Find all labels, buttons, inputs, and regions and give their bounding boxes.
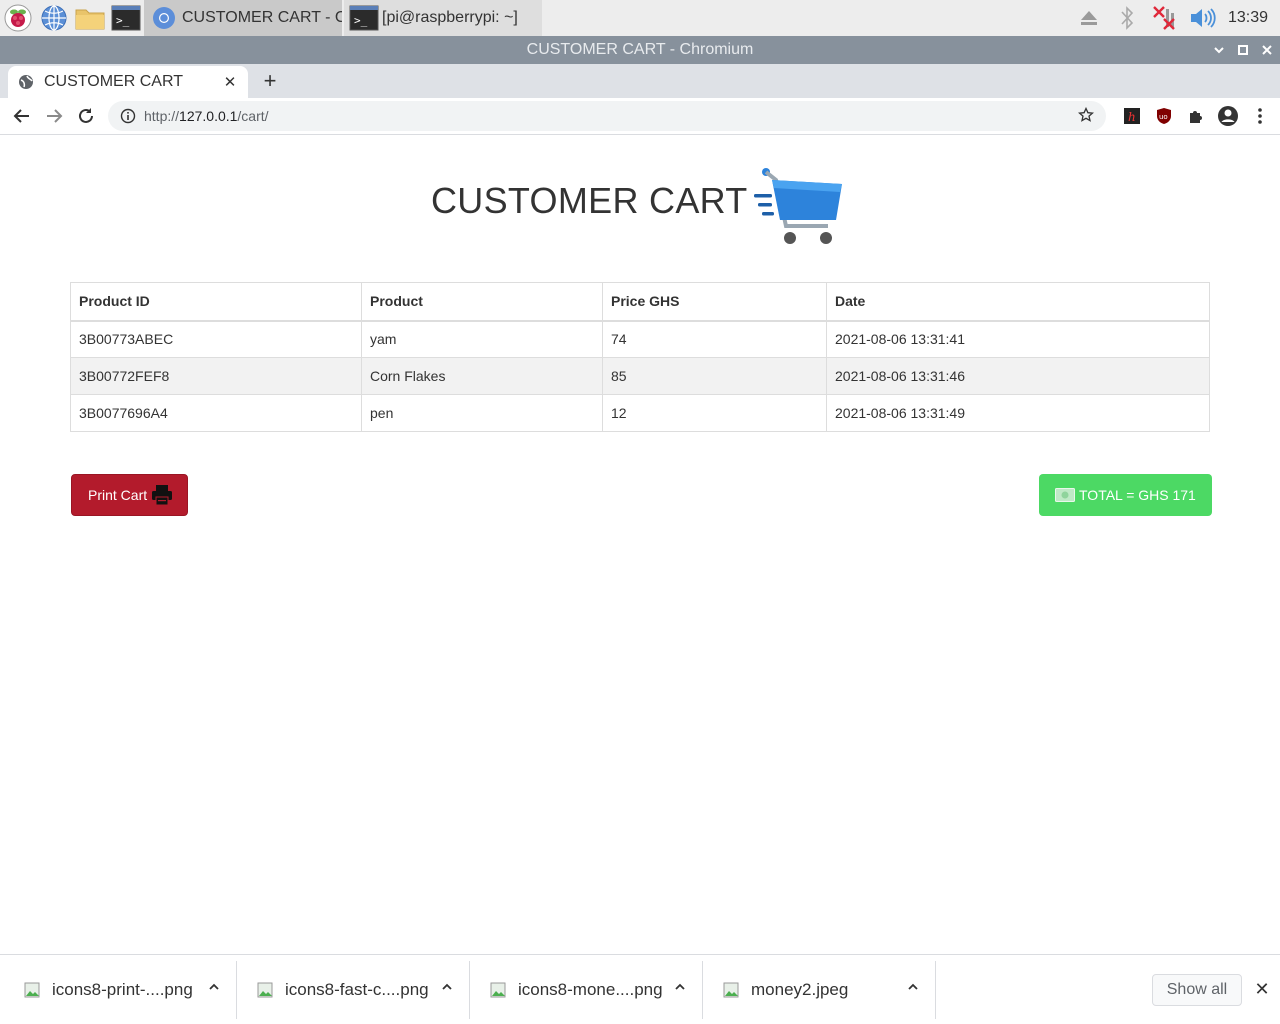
site-info-icon[interactable]	[120, 108, 136, 124]
ublock-icon[interactable]: uo	[1148, 100, 1180, 132]
taskbar-task-label: [pi@raspberrypi: ~]	[382, 9, 518, 26]
money-icon	[1055, 488, 1075, 502]
url-host: 127.0.0.1	[179, 108, 238, 124]
clock: 13:39	[1227, 9, 1268, 26]
product-id-cell: 3B00773ABEC	[70, 320, 362, 358]
page-content: CUSTOMER CART Product ID Product Price G…	[0, 136, 1280, 954]
terminal-icon: >_	[348, 2, 380, 34]
tab-strip: CUSTOMER CART ✕ +	[0, 64, 1280, 98]
web-browser-launcher-icon[interactable]	[36, 0, 72, 36]
terminal-launcher-icon[interactable]: >_	[108, 0, 144, 36]
eject-icon[interactable]	[1070, 0, 1108, 36]
tab-customer-cart[interactable]: CUSTOMER CART ✕	[8, 66, 248, 98]
extension-h-icon[interactable]: h	[1116, 100, 1148, 132]
download-shelf: icons8-print-....png icons8-fast-c....pn…	[0, 954, 1280, 1024]
window-titlebar: CUSTOMER CART - Chromium	[0, 36, 1280, 64]
os-taskbar: >_ CUSTOMER CART - C... >_ [pi@raspberry…	[0, 0, 1280, 36]
tab-title: CUSTOMER CART	[44, 73, 183, 90]
chromium-icon	[148, 2, 180, 34]
system-tray: 13:39	[1070, 0, 1280, 36]
network-disconnected-icon[interactable]	[1146, 0, 1184, 36]
svg-text:uo: uo	[1159, 113, 1168, 121]
download-filename: icons8-mone....png	[518, 980, 663, 999]
taskbar-task-chromium[interactable]: CUSTOMER CART - C...	[144, 0, 342, 36]
table-row: 3B00773ABEC yam 74 2021-08-06 13:31:41	[70, 320, 1210, 358]
chevron-up-icon[interactable]	[674, 981, 686, 993]
date-cell: 2021-08-06 13:31:46	[826, 357, 1210, 395]
chevron-up-icon[interactable]	[907, 981, 919, 993]
print-cart-button[interactable]: Print Cart	[71, 474, 188, 516]
download-item[interactable]: icons8-mone....png	[470, 961, 703, 1019]
taskbar-task-label: CUSTOMER CART - C...	[182, 9, 342, 26]
image-file-icon	[257, 982, 273, 998]
extensions-puzzle-icon[interactable]	[1180, 100, 1212, 132]
bluetooth-icon[interactable]	[1108, 0, 1146, 36]
total-button[interactable]: TOTAL = GHS 171	[1039, 474, 1212, 516]
browser-menu-icon[interactable]	[1244, 100, 1276, 132]
download-filename: icons8-print-....png	[52, 980, 193, 999]
image-file-icon	[24, 982, 40, 998]
column-header: Price GHS	[602, 282, 827, 322]
browser-toolbar: http://127.0.0.1/cart/ h uo	[0, 98, 1280, 135]
date-cell: 2021-08-06 13:31:41	[826, 320, 1210, 358]
total-label: TOTAL = GHS 171	[1079, 487, 1196, 503]
download-filename: icons8-fast-c....png	[285, 980, 429, 999]
product-id-cell: 3B00772FEF8	[70, 357, 362, 395]
svg-text:h: h	[1128, 110, 1136, 124]
raspberry-menu-icon[interactable]	[0, 0, 36, 36]
download-item[interactable]: icons8-fast-c....png	[237, 961, 470, 1019]
price-cell: 74	[602, 320, 827, 358]
file-manager-launcher-icon[interactable]	[72, 0, 108, 36]
product-id-cell: 3B0077696A4	[70, 394, 362, 432]
shopping-cart-icon	[754, 168, 842, 244]
close-tab-icon[interactable]: ✕	[222, 73, 238, 91]
maximize-icon[interactable]	[1236, 43, 1250, 57]
profile-avatar-icon[interactable]	[1212, 100, 1244, 132]
product-cell: yam	[361, 320, 603, 358]
svg-text:>_: >_	[354, 14, 368, 27]
show-all-downloads-button[interactable]: Show all	[1152, 974, 1242, 1006]
image-file-icon	[490, 982, 506, 998]
close-download-shelf-icon[interactable]: ✕	[1252, 979, 1272, 999]
print-cart-label: Print Cart	[88, 487, 148, 503]
reload-icon[interactable]	[70, 100, 102, 132]
download-item[interactable]: icons8-print-....png	[4, 961, 237, 1019]
column-header: Product ID	[70, 282, 362, 322]
page-title: CUSTOMER CART	[431, 180, 748, 221]
back-icon[interactable]	[6, 100, 38, 132]
column-header: Product	[361, 282, 603, 322]
chevron-up-icon[interactable]	[208, 981, 220, 993]
address-bar[interactable]: http://127.0.0.1/cart/	[108, 101, 1106, 131]
product-cell: Corn Flakes	[361, 357, 603, 395]
bookmark-star-icon[interactable]	[1077, 106, 1095, 126]
image-file-icon	[723, 982, 739, 998]
extensions-area: h uo	[1116, 100, 1276, 132]
forward-icon[interactable]	[38, 100, 70, 132]
close-window-icon[interactable]	[1260, 43, 1274, 57]
price-cell: 85	[602, 357, 827, 395]
table-row: 3B0077696A4 pen 12 2021-08-06 13:31:49	[70, 394, 1210, 432]
url-scheme: http://	[144, 108, 180, 124]
table-header-row: Product ID Product Price GHS Date	[70, 282, 1210, 322]
date-cell: 2021-08-06 13:31:49	[826, 394, 1210, 432]
url-path: /cart/	[237, 108, 269, 124]
download-item[interactable]: money2.jpeg	[703, 961, 936, 1019]
minimize-icon[interactable]	[1212, 43, 1226, 57]
taskbar-task-terminal[interactable]: >_ [pi@raspberrypi: ~]	[344, 0, 542, 36]
globe-favicon-icon	[19, 75, 33, 89]
window-title: CUSTOMER CART - Chromium	[526, 41, 754, 58]
download-filename: money2.jpeg	[751, 980, 849, 999]
table-row: 3B00772FEF8 Corn Flakes 85 2021-08-06 13…	[70, 357, 1210, 395]
new-tab-icon[interactable]: +	[258, 68, 282, 94]
chevron-up-icon[interactable]	[441, 981, 453, 993]
product-cell: pen	[361, 394, 603, 432]
column-header: Date	[826, 282, 1210, 322]
svg-text:>_: >_	[116, 14, 130, 27]
cart-table: Product ID Product Price GHS Date 3B0077…	[70, 282, 1210, 432]
volume-icon[interactable]	[1184, 0, 1222, 36]
printer-icon	[152, 485, 173, 506]
price-cell: 12	[602, 394, 827, 432]
